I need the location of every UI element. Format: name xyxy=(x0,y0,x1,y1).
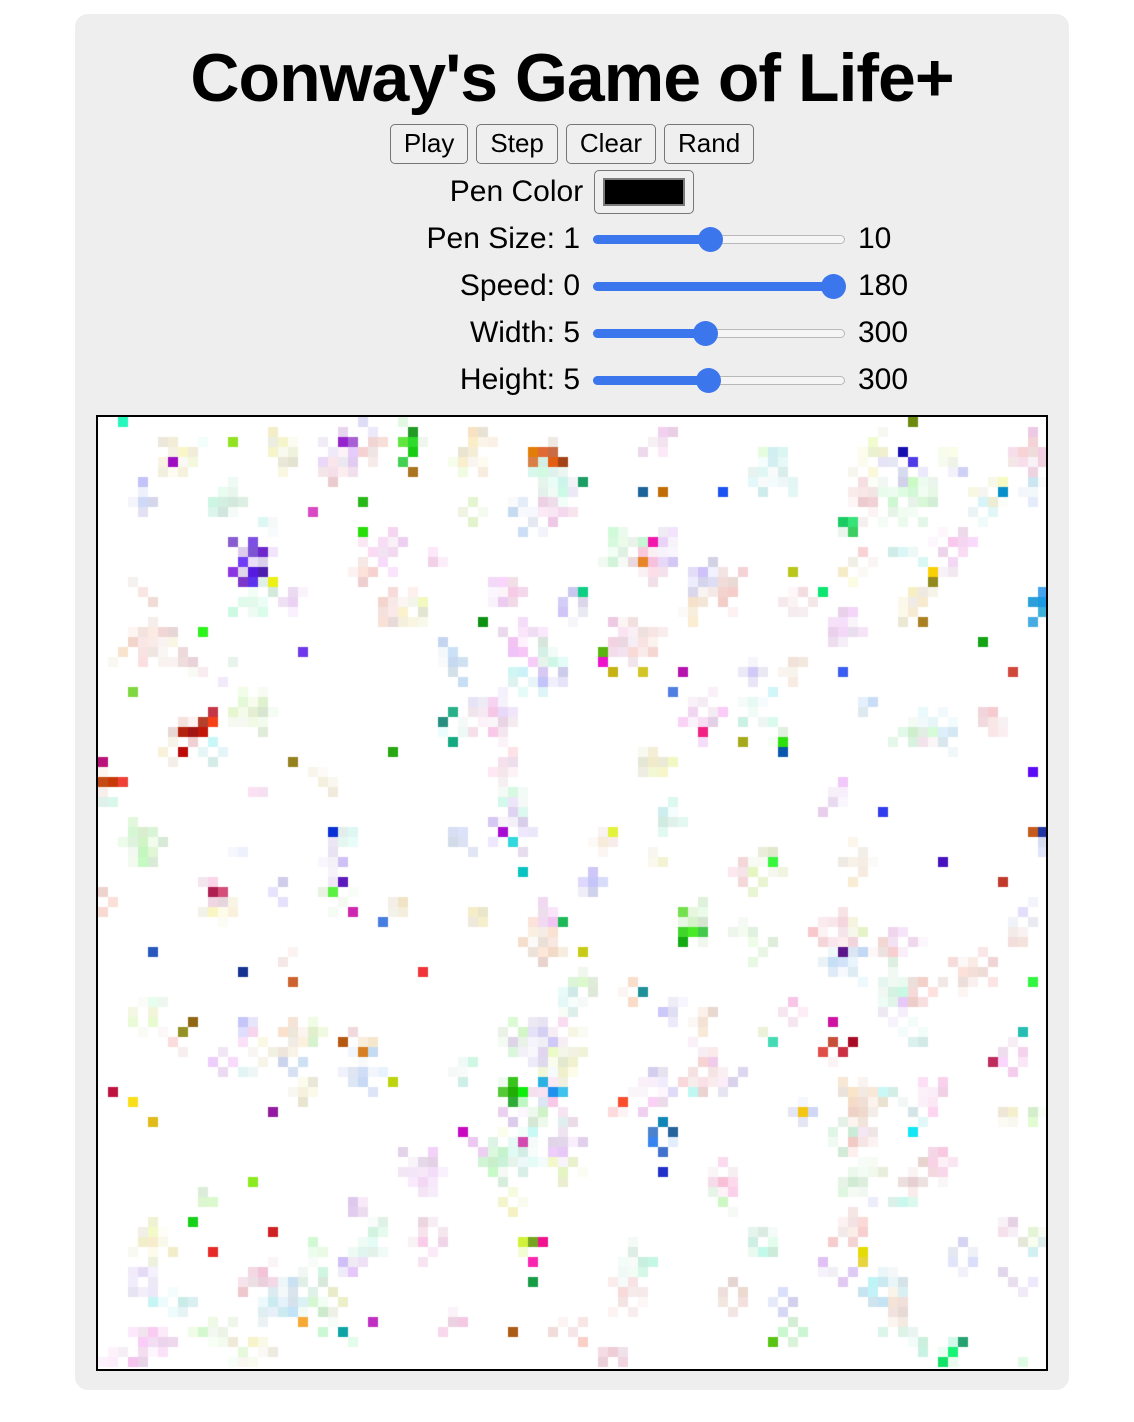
step-button[interactable]: Step xyxy=(476,124,558,164)
rand-button[interactable]: Rand xyxy=(664,124,755,164)
height-slider-fill xyxy=(593,376,708,385)
pen-size-slider-thumb[interactable] xyxy=(697,227,723,252)
width-max-label: 300 xyxy=(858,316,909,349)
height-slider-thumb[interactable] xyxy=(695,368,721,393)
height-label: Height: 5 xyxy=(459,363,580,396)
speed-label: Speed: 0 xyxy=(459,269,580,302)
pen-size-slider-row: Pen Size: 1 10 xyxy=(75,217,1069,261)
width-slider-fill xyxy=(593,329,706,338)
life-grid-container[interactable] xyxy=(96,415,1048,1371)
play-button[interactable]: Play xyxy=(389,124,469,164)
app-panel: Conway's Game of Life+ Play Step Clear R… xyxy=(75,14,1069,1390)
width-slider-thumb[interactable] xyxy=(693,321,719,346)
speed-slider[interactable] xyxy=(593,271,846,301)
pen-color-input[interactable] xyxy=(594,170,695,214)
width-slider-row: Width: 5 300 xyxy=(75,311,1069,355)
clear-button[interactable]: Clear xyxy=(565,124,657,164)
life-grid-canvas[interactable] xyxy=(98,417,1046,1369)
page-title: Conway's Game of Life+ xyxy=(190,40,954,116)
width-slider[interactable] xyxy=(593,318,845,348)
height-slider[interactable] xyxy=(593,365,845,395)
pen-size-label: Pen Size: 1 xyxy=(426,222,580,255)
pen-color-row: Pen Color xyxy=(75,170,1069,214)
width-label: Width: 5 xyxy=(469,316,580,349)
pen-size-max-label: 10 xyxy=(858,222,892,255)
pen-color-swatch-fill xyxy=(603,178,686,206)
height-slider-row: Height: 5 300 xyxy=(75,358,1069,402)
height-max-label: 300 xyxy=(858,363,909,396)
pen-size-slider-fill xyxy=(593,235,710,244)
speed-max-label: 180 xyxy=(858,269,909,302)
pen-color-label: Pen Color xyxy=(449,175,584,208)
speed-slider-row: Speed: 0 180 xyxy=(75,264,1069,308)
pen-size-slider[interactable] xyxy=(593,224,845,254)
speed-slider-fill xyxy=(593,282,833,291)
speed-slider-thumb[interactable] xyxy=(821,274,846,299)
control-button-row: Play Step Clear Rand xyxy=(75,124,1069,164)
